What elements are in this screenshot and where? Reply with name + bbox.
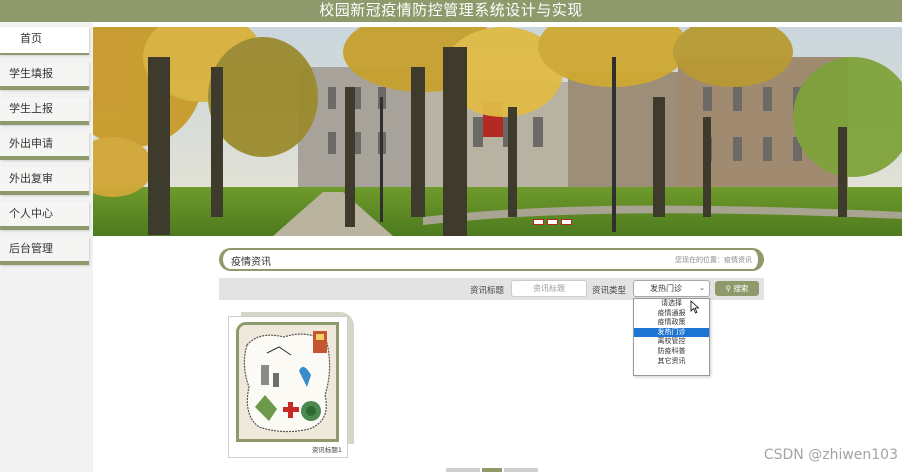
page-indicator[interactable] — [446, 468, 480, 472]
news-card-image[interactable] — [236, 322, 339, 442]
dropdown-option[interactable]: 其它资讯 — [634, 357, 709, 367]
type-filter-label: 资讯类型 — [592, 286, 627, 296]
page-indicator-active[interactable] — [482, 468, 502, 472]
sidebar-item-label: 学生上报 — [9, 102, 53, 115]
sidebar-item-student-fill[interactable]: 学生填报 — [0, 62, 89, 90]
watermark-text: CSDN @zhiwen103 — [763, 447, 898, 463]
carousel-dot[interactable] — [533, 219, 544, 225]
sidebar-item-admin[interactable]: 后台管理 — [0, 237, 89, 265]
sidebar-item-student-report[interactable]: 学生上报 — [0, 97, 89, 125]
search-bar: 资讯标题 资讯标题 资讯类型 发热门诊 ⌄ ⚲ 搜索 — [219, 278, 764, 300]
dropdown-option-selected[interactable]: 发热门诊 — [634, 327, 709, 338]
page-indicator[interactable] — [504, 468, 538, 472]
carousel-dot[interactable] — [561, 219, 572, 225]
title-filter-label: 资讯标题 — [470, 286, 505, 296]
epidemic-poster-image — [239, 325, 336, 439]
sidebar-item-outing-review[interactable]: 外出复审 — [0, 167, 89, 195]
type-select[interactable]: 发热门诊 ⌄ — [633, 280, 710, 297]
news-card-caption[interactable]: 资讯标题1 — [236, 444, 342, 454]
page-title: 校园新冠疫情防控管理系统设计与实现 — [319, 1, 583, 19]
carousel-dots — [533, 219, 572, 225]
breadcrumb: 您现在的位置：疫情资讯 — [675, 256, 752, 264]
carousel-dot[interactable] — [547, 219, 558, 225]
sidebar-item-label: 学生填报 — [9, 67, 53, 80]
sidebar-item-label: 个人中心 — [9, 207, 53, 220]
dropdown-option[interactable]: 疫情政策 — [634, 318, 709, 328]
dropdown-option[interactable]: 离校管控 — [634, 337, 709, 347]
title-search-placeholder: 资讯标题 — [533, 284, 565, 293]
search-icon: ⚲ — [725, 284, 732, 293]
campus-banner-image — [93, 27, 902, 236]
search-button[interactable]: ⚲ 搜索 — [715, 281, 759, 296]
dropdown-option[interactable]: 防疫科普 — [634, 347, 709, 357]
sidebar-item-label: 外出复审 — [9, 172, 53, 185]
type-select-value: 发热门诊 — [650, 284, 682, 293]
search-button-label: 搜索 — [733, 284, 749, 293]
pagination — [446, 468, 538, 472]
page-header: 校园新冠疫情防控管理系统设计与实现 — [0, 0, 902, 22]
campus-scene — [93, 27, 902, 236]
section-title-bar: 疫情资讯 您现在的位置：疫情资讯 — [219, 248, 764, 271]
section-title: 疫情资讯 — [231, 257, 271, 268]
sidebar-item-label: 外出申请 — [9, 137, 53, 150]
sidebar-item-outing-apply[interactable]: 外出申请 — [0, 132, 89, 160]
sidebar-nav: 首页 学生填报 学生上报 外出申请 外出复审 个人中心 后台管理 — [0, 22, 93, 472]
chevron-down-icon: ⌄ — [699, 284, 705, 292]
sidebar-item-label: 首页 — [20, 32, 42, 45]
sidebar-item-label: 后台管理 — [9, 242, 53, 255]
sidebar-item-profile[interactable]: 个人中心 — [0, 202, 89, 230]
sidebar-item-home[interactable]: 首页 — [0, 27, 89, 55]
mouse-cursor-icon — [690, 300, 700, 314]
title-search-input[interactable]: 资讯标题 — [511, 280, 587, 297]
